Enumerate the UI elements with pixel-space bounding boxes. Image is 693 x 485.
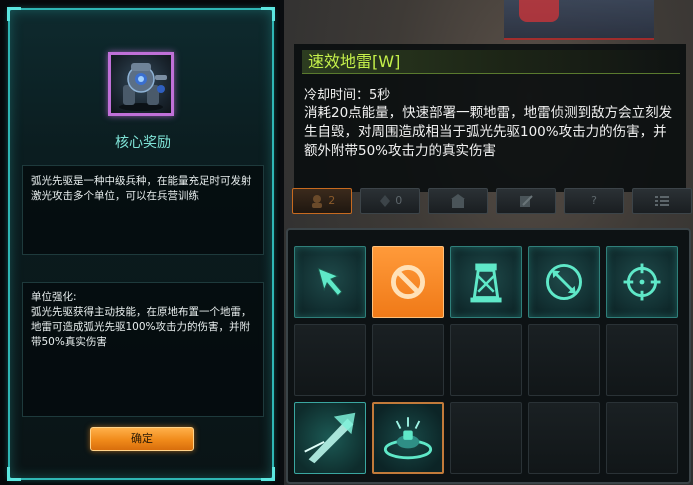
frame-corner <box>261 467 275 481</box>
upgrade-icon <box>520 195 533 207</box>
frame-corner <box>261 7 275 21</box>
empty-command-slot <box>606 402 678 474</box>
mine-ability-icon <box>383 417 433 460</box>
stop-icon <box>390 264 426 300</box>
frame-corner <box>7 7 21 21</box>
empty-command-slot <box>606 324 678 396</box>
empty-command-slot <box>450 402 522 474</box>
move-command-button[interactable] <box>294 246 366 318</box>
laser-ability-button[interactable] <box>294 402 366 474</box>
hold-tower-icon <box>470 263 502 303</box>
unit-upgrade-box: 单位强化: 弧光先驱获得主动技能，在原地布置一个地雷，地雷可造成弧光先驱100%… <box>22 282 264 417</box>
patrol-icon <box>546 264 582 300</box>
building-icon <box>451 194 465 208</box>
ability-tooltip: 速效地雷[W] 冷却时间：5秒 消耗20点能量，快速部署一颗地雷，地雷侦测到敌方… <box>294 44 686 192</box>
move-arrow-icon <box>317 267 343 297</box>
patrol-command-button[interactable] <box>528 246 600 318</box>
unit-description-text: 弧光先驱是一种中级兵种，在能量充足时可发射激光攻击多个单位，可以在兵营训练 <box>31 175 252 202</box>
tab-units[interactable]: 2 <box>292 188 352 214</box>
game-hud: 速效地雷[W] 冷却时间：5秒 消耗20点能量，快速部署一颗地雷，地雷侦测到敌方… <box>284 0 693 485</box>
ability-hotkey: [W] <box>372 52 401 71</box>
empty-command-slot <box>450 324 522 396</box>
empty-command-slot <box>294 324 366 396</box>
hold-command-button[interactable] <box>450 246 522 318</box>
tab-upgrades[interactable] <box>496 188 556 214</box>
reward-title: 核心奖励 <box>115 135 171 151</box>
frame-corner <box>7 467 21 481</box>
panel-frame: 核心奖励 弧光先驱是一种中级兵种，在能量充足时可发射激光攻击多个单位，可以在兵营… <box>7 7 275 481</box>
upgrade-text: 弧光先驱获得主动技能，在原地布置一个地雷，地雷可造成弧光先驱100%攻击力的伤害… <box>31 306 252 348</box>
unit-reward-panel: 核心奖励 弧光先驱是一种中级兵种，在能量充足时可发射激光攻击多个单位，可以在兵营… <box>0 0 280 485</box>
menu-icon <box>655 196 669 206</box>
unit-description: 弧光先驱是一种中级兵种，在能量充足时可发射激光攻击多个单位，可以在兵营训练 <box>22 165 264 255</box>
map-building-part <box>519 0 559 22</box>
tab-resources-count: 0 <box>395 194 403 207</box>
attack-command-button[interactable] <box>606 246 678 318</box>
laser-ability-icon <box>304 412 356 464</box>
empty-command-slot <box>528 324 600 396</box>
unit-portrait <box>108 52 174 116</box>
help-icon: ? <box>591 194 597 207</box>
stop-command-button[interactable] <box>372 246 444 318</box>
resource-icon <box>379 195 390 207</box>
mine-ability-button[interactable] <box>372 402 444 474</box>
confirm-button[interactable]: 确定 <box>90 427 194 451</box>
ability-description: 消耗20点能量，快速部署一颗地雷，地雷侦测到敌方会立刻发生自毁，对周围造成相当于… <box>304 105 673 159</box>
robot-unit-icon <box>119 63 167 111</box>
empty-command-slot <box>372 324 444 396</box>
attack-target-icon <box>623 263 661 301</box>
command-card <box>286 228 691 484</box>
ability-title: 速效地雷[W] <box>302 50 680 74</box>
ability-name: 速效地雷 <box>308 52 373 71</box>
upgrade-heading: 单位强化: <box>31 291 77 303</box>
hud-tab-strip: 2 0 ? <box>288 186 692 216</box>
tab-help[interactable]: ? <box>564 188 624 214</box>
tab-units-count: 2 <box>328 194 336 207</box>
tab-menu[interactable] <box>632 188 692 214</box>
unit-icon <box>311 195 322 208</box>
tab-buildings[interactable] <box>428 188 488 214</box>
ability-cooldown: 冷却时间：5秒 <box>304 88 391 103</box>
empty-command-slot <box>528 402 600 474</box>
tab-resources[interactable]: 0 <box>360 188 420 214</box>
